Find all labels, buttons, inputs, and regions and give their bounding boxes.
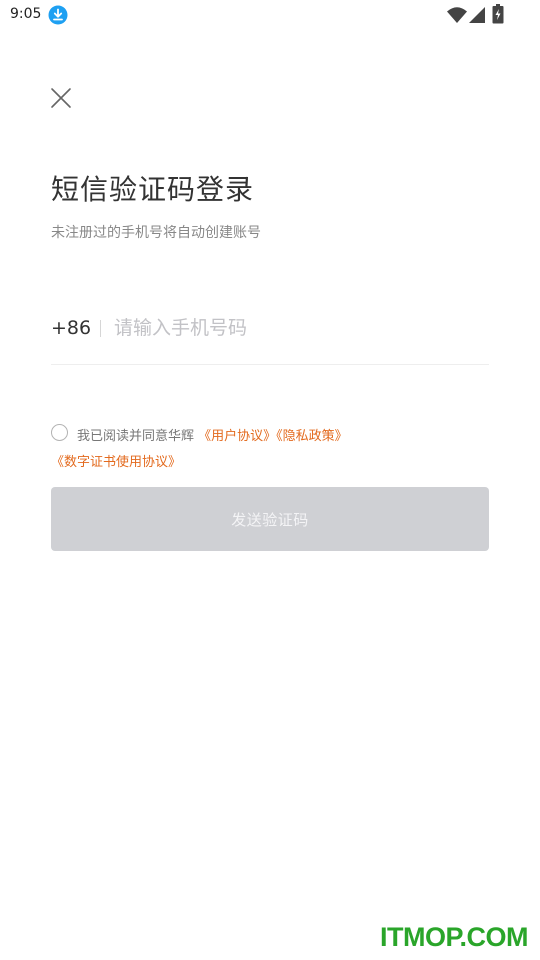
phone-divider xyxy=(100,320,101,337)
signal-icon xyxy=(469,7,485,23)
privacy-policy-link[interactable]: 《隐私政策》 xyxy=(276,429,348,444)
wifi-icon xyxy=(447,7,467,23)
battery-icon xyxy=(492,4,504,24)
page-subtitle: 未注册过的手机号将自动创建账号 xyxy=(51,225,261,241)
agreement-text: 我已阅读并同意华辉 《用户协议》《隐私政策》 xyxy=(77,425,348,444)
close-icon[interactable] xyxy=(47,84,75,112)
user-agreement-link[interactable]: 《用户协议》 xyxy=(198,429,276,444)
watermark: ITMOP.COM xyxy=(380,922,529,952)
download-icon xyxy=(48,5,68,25)
send-code-button[interactable]: 发送验证码 xyxy=(51,487,489,551)
login-page: 9:05 短信验证码登录 未注册过的手机号将自动创建账号 +86 我已阅读并同意… xyxy=(0,0,540,960)
phone-underline xyxy=(51,364,489,365)
agreement-prefix: 我已阅读并同意华辉 xyxy=(77,429,195,444)
agreement-checkbox[interactable] xyxy=(51,424,68,441)
page-title: 短信验证码登录 xyxy=(51,173,255,206)
status-time: 9:05 xyxy=(10,6,42,22)
status-bar: 9:05 xyxy=(0,0,540,30)
digital-certificate-agreement-link[interactable]: 《数字证书使用协议》 xyxy=(51,455,181,470)
phone-input[interactable] xyxy=(114,312,484,344)
agreement-text-line2: 《数字证书使用协议》 xyxy=(51,451,181,470)
country-code-selector[interactable]: +86 xyxy=(51,317,91,339)
